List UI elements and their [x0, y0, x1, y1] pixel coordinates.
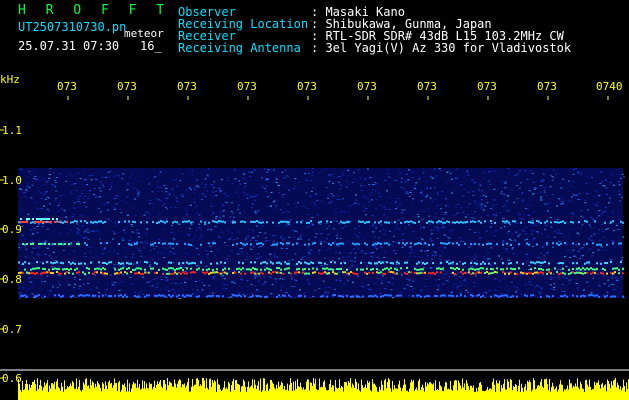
meteor-label: meteor: [124, 27, 164, 40]
x-tick-label: 073: [297, 80, 317, 93]
y-tick-label: 1.1: [2, 124, 22, 137]
antenna-label: Receiving Antenna: [178, 41, 301, 55]
frequency-unit-label: kHz: [0, 73, 20, 86]
signal-level-bars: [18, 378, 629, 400]
x-tick-label: 073: [357, 80, 377, 93]
antenna-value: : 3el Yagi(V) Az 330 for Vladivostok: [311, 41, 572, 55]
y-tick-label: 1.0: [2, 174, 22, 187]
spectrogram-noise-field: [18, 168, 625, 299]
date-time: 25.07.31 07:30: [18, 39, 120, 53]
y-tick-label: 0.9: [2, 223, 22, 236]
x-axis-ticks: [67, 96, 609, 100]
x-tick-label: 073: [537, 80, 557, 93]
y-axis-ticks: [0, 129, 4, 379]
y-tick-label: 0.6: [2, 372, 22, 385]
x-tick-label: 073: [237, 80, 257, 93]
x-tick-label: 073: [417, 80, 437, 93]
app-logo: H R O F F T: [18, 3, 171, 18]
x-tick-label: 073: [477, 80, 497, 93]
y-tick-label: 0.8: [2, 273, 22, 286]
y-tick-label: 0.7: [2, 323, 22, 336]
file-name: UT2507310730.pn: [18, 20, 127, 34]
x-tick-label: 073: [57, 80, 77, 93]
hrofft-spectrogram-window: H R O F F T UT2507310730.pn meteor 25.07…: [0, 0, 629, 400]
x-tick-label: 073: [177, 80, 197, 93]
spectrogram: [0, 96, 629, 400]
x-tick-label: 073: [117, 80, 137, 93]
x-tick-label: 0740: [596, 80, 623, 93]
meteor-count: 16_: [140, 39, 162, 53]
